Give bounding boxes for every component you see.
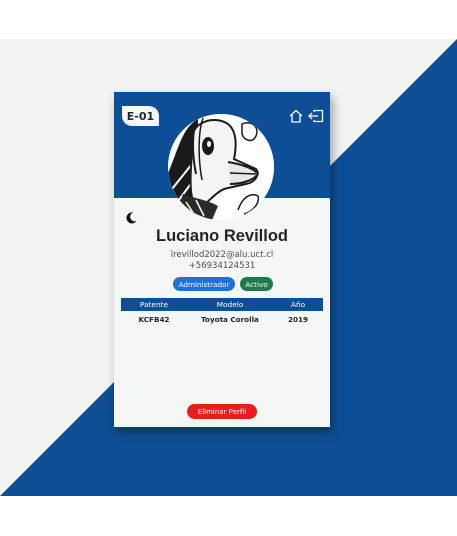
logout-icon[interactable] [308, 109, 324, 123]
status-badge: Activo [240, 277, 273, 291]
vehicles-table: Patente Modelo Año KCFB42 Toyota Corolla… [121, 298, 323, 327]
cell-model: Toyota Corolla [201, 314, 259, 324]
profile-name: Luciano Revillod [155, 227, 289, 245]
home-icon[interactable] [288, 109, 304, 123]
code-badge: E-01 [122, 106, 159, 126]
cell-plate: KCFB42 [138, 314, 170, 324]
profile-phone: +56934124531 [188, 261, 256, 271]
header-year: Año [290, 300, 306, 309]
table-header: Patente Modelo Año [121, 298, 323, 311]
role-badge: Administrador [173, 277, 235, 291]
moon-icon[interactable] [124, 211, 138, 225]
cell-year: 2019 [287, 314, 308, 324]
avatar [168, 114, 274, 220]
header-plate: Patente [139, 300, 169, 309]
profile-email: lrevillod2022@alu.uct.cl [170, 250, 274, 260]
avatar-illustration [168, 114, 274, 220]
delete-profile-button[interactable]: Eliminar Perfil [187, 404, 257, 419]
header-model: Modelo [216, 300, 244, 309]
profile-card: E-01 Luciano Revillod lrevillod2022@alu. [114, 92, 330, 427]
table-row: KCFB42 Toyota Corolla 2019 [121, 311, 323, 327]
